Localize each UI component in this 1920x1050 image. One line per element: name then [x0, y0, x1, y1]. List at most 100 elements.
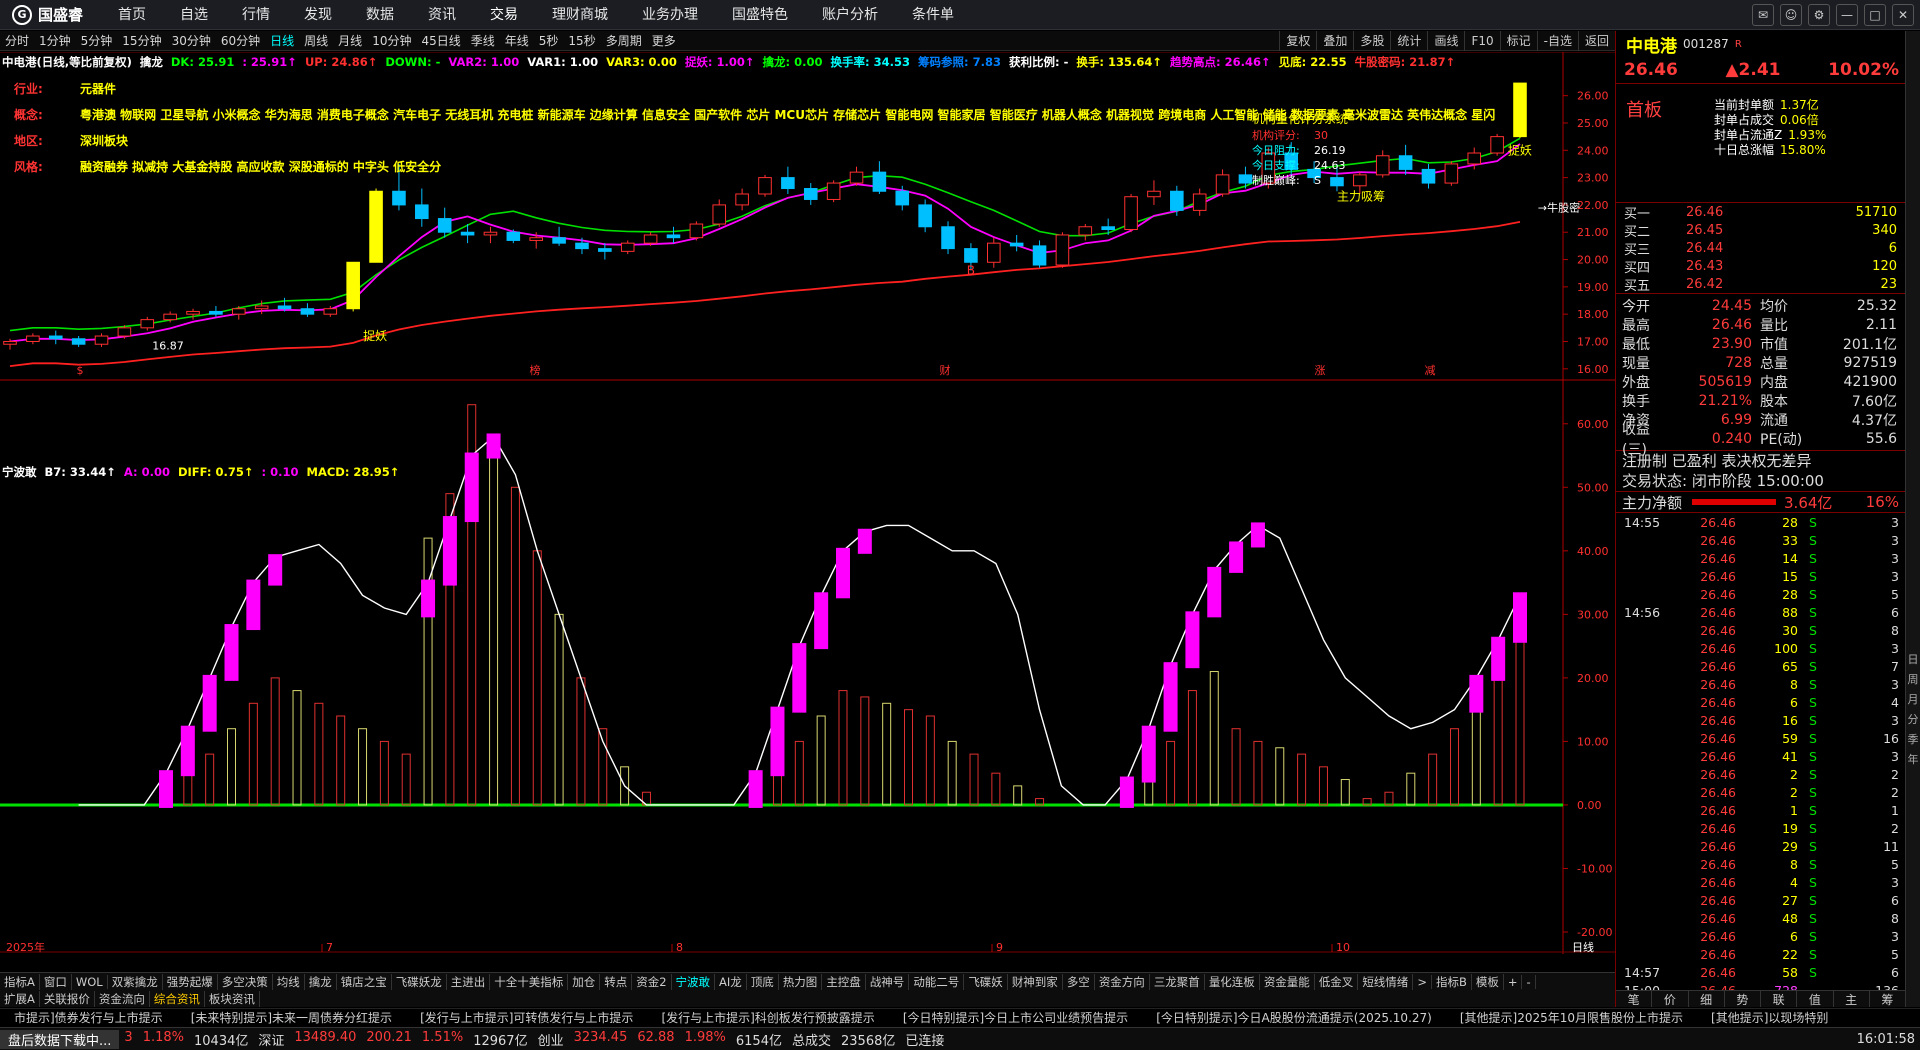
indicator-tab[interactable]: 量化连板 — [1205, 973, 1260, 990]
news-item[interactable]: [未来特别提示]未来一周债券分红提示 — [177, 1009, 406, 1026]
indicator-tab[interactable]: 飞碟妖龙 — [392, 973, 447, 990]
period-13[interactable]: 5秒 — [534, 32, 564, 49]
period-2[interactable]: 5分钟 — [76, 32, 118, 49]
indicator-tab[interactable]: WOL — [72, 974, 108, 989]
bid-row[interactable]: 买三 26.44 6 — [1616, 239, 1905, 258]
quote-tab[interactable]: 细 — [1689, 991, 1725, 1007]
indicator-tab[interactable]: 飞碟妖 — [964, 973, 1008, 990]
minimize-icon[interactable]: — — [1836, 4, 1858, 26]
period-6[interactable]: 日线 — [265, 32, 299, 49]
bid-row[interactable]: 买四 26.43 120 — [1616, 257, 1905, 276]
menu-item[interactable]: 国盛特色 — [715, 0, 805, 30]
indicator-tab[interactable]: - — [1522, 974, 1536, 989]
chart-tool[interactable]: 统计 — [1390, 31, 1427, 51]
indicator-tab[interactable]: 擒龙 — [305, 973, 337, 990]
message-icon[interactable]: ✉ — [1752, 4, 1774, 26]
info-subtab[interactable]: 扩展A — [0, 990, 40, 1007]
indicator-tab[interactable]: 资金2 — [632, 973, 672, 990]
indicator-tab[interactable]: 窗口 — [40, 973, 72, 990]
indicator-tab[interactable]: 热力图 — [779, 973, 823, 990]
period-4[interactable]: 30分钟 — [167, 32, 216, 49]
indicator-tab[interactable]: 转点 — [600, 973, 633, 990]
chart-tool[interactable]: -自选 — [1536, 31, 1578, 51]
indicator-tab[interactable]: 宁波敢 — [672, 973, 716, 990]
period-9[interactable]: 10分钟 — [367, 32, 416, 49]
indicator-tab[interactable]: AI龙 — [715, 973, 747, 990]
indicator-tab[interactable]: 指标A — [0, 973, 40, 990]
indicator-tab[interactable]: 三龙聚首 — [1150, 973, 1205, 990]
app-logo[interactable]: G 国盛睿 — [0, 4, 101, 25]
chart-tool[interactable]: 多股 — [1353, 31, 1390, 51]
news-item[interactable]: [今日特别提示]今日A股股份流通提示(2025.10.27) — [1142, 1009, 1446, 1026]
menu-item[interactable]: 首页 — [101, 0, 163, 30]
period-5[interactable]: 60分钟 — [216, 32, 265, 49]
indicator-tab[interactable]: 资金量能 — [1260, 973, 1315, 990]
sidebar-item[interactable]: 年 — [1906, 751, 1920, 767]
menu-item[interactable]: 账户分析 — [805, 0, 895, 30]
menu-item[interactable]: 资讯 — [411, 0, 473, 30]
chart-area[interactable]: 16.00 17.00 18.00 19.00 20.00 21.00 22.00 23.00… — [0, 52, 1615, 954]
indicator-tab[interactable]: 顶底 — [747, 973, 779, 990]
quote-tab[interactable]: 价 — [1652, 991, 1689, 1007]
indicator-tab[interactable]: 动能二号 — [909, 973, 965, 990]
chart-tool[interactable]: 画线 — [1427, 31, 1464, 51]
info-subtab[interactable]: 关联报价 — [40, 990, 95, 1007]
indicator-tab[interactable]: 多空 — [1063, 973, 1095, 990]
chart-tool[interactable]: 复权 — [1279, 31, 1316, 51]
indicator-tab[interactable]: 主进出 — [447, 973, 491, 990]
period-14[interactable]: 15秒 — [563, 32, 600, 49]
chart-tool[interactable]: 标记 — [1499, 31, 1537, 51]
menu-item[interactable]: 自选 — [163, 0, 225, 30]
menu-item[interactable]: 发现 — [287, 0, 349, 30]
quote-tab[interactable]: 主 — [1834, 991, 1870, 1007]
period-15[interactable]: 多周期 — [601, 32, 647, 49]
chart-tool[interactable]: F10 — [1464, 31, 1499, 51]
indicator-tab[interactable]: 模板 — [1472, 973, 1504, 990]
sidebar-item[interactable]: 月 — [1906, 691, 1920, 707]
sidebar-item[interactable]: 季 — [1906, 731, 1920, 747]
menu-item[interactable]: 业务办理 — [625, 0, 715, 30]
indicator-tab[interactable]: 指标B — [1432, 973, 1472, 990]
indicator-tab[interactable]: 加仓 — [568, 973, 601, 990]
period-16[interactable]: 更多 — [647, 32, 681, 49]
indicator-tab[interactable]: 强势起爆 — [163, 973, 218, 990]
maximize-icon[interactable]: □ — [1864, 4, 1886, 26]
period-10[interactable]: 45日线 — [416, 32, 465, 49]
period-11[interactable]: 季线 — [466, 32, 500, 49]
menu-item[interactable]: 理财商城 — [535, 0, 625, 30]
quote-tab[interactable]: 联 — [1761, 991, 1798, 1007]
settings-icon[interactable]: ⚙ — [1808, 4, 1830, 26]
news-item[interactable]: [其他提示]2025年10月限售股份上市提示 — [1446, 1009, 1697, 1026]
chart-tool[interactable]: 叠加 — [1316, 31, 1353, 51]
news-item[interactable]: [其他提示]以现场特别 — [1697, 1009, 1842, 1026]
indicator-tab[interactable]: 镇店之宝 — [337, 973, 392, 990]
indicator-tab[interactable]: 战神号 — [866, 973, 910, 990]
period-12[interactable]: 年线 — [500, 32, 534, 49]
kline-chart[interactable]: 16.00 17.00 18.00 19.00 20.00 21.00 22.00 23.00… — [0, 52, 1615, 954]
user-icon[interactable]: ☺ — [1780, 4, 1802, 26]
indicator-tab[interactable]: + — [1504, 974, 1523, 989]
indicator-tab[interactable]: 主控盘 — [822, 973, 866, 990]
sidebar-item[interactable]: 周 — [1906, 671, 1920, 687]
indicator-tab[interactable]: 资金方向 — [1095, 973, 1150, 990]
period-0[interactable]: 分时 — [0, 32, 34, 49]
news-item[interactable]: 市提示]债券发行与上市提示 — [0, 1009, 177, 1026]
indicator-tab[interactable]: > — [1413, 974, 1432, 989]
menu-item[interactable]: 数据 — [349, 0, 411, 30]
menu-item[interactable]: 条件单 — [895, 0, 971, 30]
sidebar-item[interactable]: 日 — [1906, 651, 1920, 667]
period-3[interactable]: 15分钟 — [117, 32, 166, 49]
indicator-tab[interactable]: 双紫擒龙 — [108, 973, 163, 990]
indicator-tab[interactable]: 多空决策 — [218, 973, 273, 990]
info-subtab[interactable]: 综合资讯 — [150, 990, 205, 1007]
bid-row[interactable]: 买五 26.42 23 — [1616, 275, 1905, 294]
period-8[interactable]: 月线 — [333, 32, 367, 49]
indicator-tab[interactable]: 低金叉 — [1315, 973, 1359, 990]
chart-tool[interactable]: 返回 — [1577, 31, 1615, 51]
quote-tab[interactable]: 筹 — [1870, 991, 1906, 1007]
indicator-tab[interactable]: 均线 — [273, 973, 305, 990]
indicator-tab[interactable]: 财神到家 — [1008, 973, 1063, 990]
indicator-tab[interactable]: 短线情绪 — [1358, 973, 1414, 990]
info-subtab[interactable]: 资金流向 — [95, 990, 150, 1007]
news-item[interactable]: [今日特别提示]今日上市公司业绩预告提示 — [889, 1009, 1142, 1026]
